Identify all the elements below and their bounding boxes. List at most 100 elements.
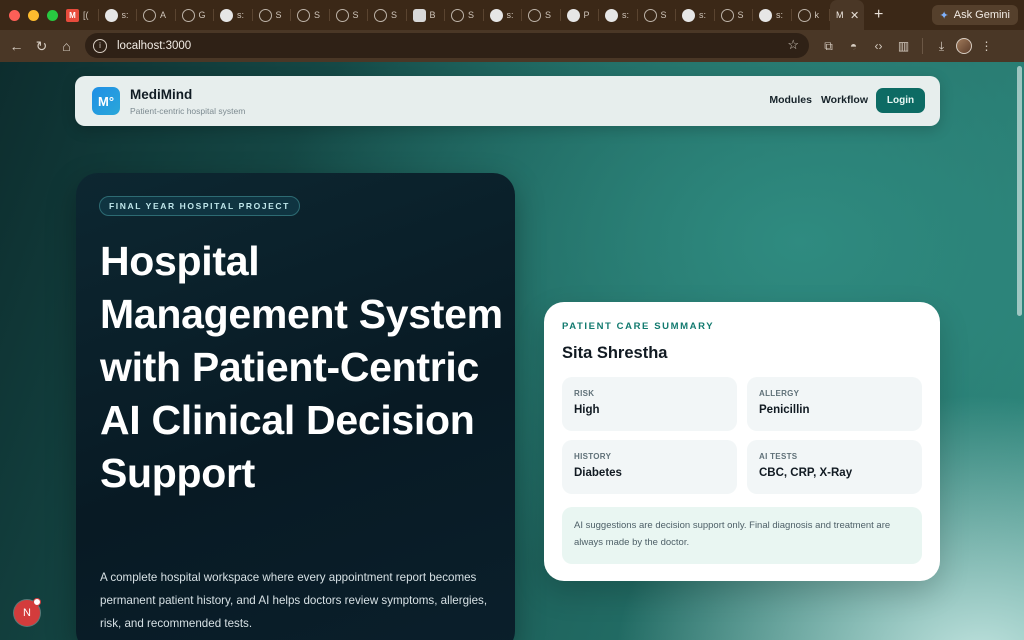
github-icon bbox=[220, 8, 233, 22]
globe-icon bbox=[143, 8, 156, 22]
nav-link-modules[interactable]: Modules bbox=[769, 94, 812, 106]
gmail-icon: M bbox=[66, 8, 79, 22]
tab-label: B bbox=[429, 10, 436, 20]
github-icon bbox=[682, 8, 695, 22]
extensions-icon[interactable]: ⧉ bbox=[818, 34, 839, 59]
devtools-code-icon[interactable]: ‹› bbox=[868, 34, 889, 59]
brand-name[interactable]: MediMind bbox=[130, 87, 192, 102]
back-icon[interactable]: ← bbox=[4, 34, 29, 59]
browser-tab[interactable]: S bbox=[638, 0, 677, 30]
tab-label: s: bbox=[622, 10, 630, 20]
tab-label: S bbox=[275, 10, 282, 20]
tile-value: High bbox=[574, 404, 600, 416]
gemini-icon: ✦ bbox=[939, 9, 949, 22]
maximize-window-button[interactable] bbox=[47, 9, 58, 21]
address-bar[interactable]: i localhost:3000 ☆ bbox=[85, 33, 809, 58]
tab-label: [( bbox=[83, 10, 89, 20]
reading-mode-icon[interactable]: ▥ bbox=[893, 34, 914, 59]
globe-icon bbox=[528, 8, 541, 22]
home-icon[interactable]: ⌂ bbox=[54, 34, 79, 59]
bookmark-star-icon[interactable]: ☆ bbox=[787, 37, 799, 53]
patient-name: Sita Shrestha bbox=[562, 344, 668, 362]
summary-tile-allergy: ALLERGY Penicillin bbox=[747, 377, 922, 431]
browser-tab[interactable]: k bbox=[792, 0, 831, 30]
window-controls bbox=[0, 9, 60, 21]
browser-tab[interactable]: P bbox=[561, 0, 600, 30]
browser-tab[interactable]: M [( bbox=[60, 0, 99, 30]
profile-avatar[interactable] bbox=[956, 38, 972, 54]
download-icon[interactable]: ⤓ bbox=[931, 34, 952, 59]
tab-active[interactable]: M ✕ bbox=[830, 0, 864, 30]
browser-tab[interactable]: s: bbox=[214, 0, 253, 30]
tile-label: AI TESTS bbox=[759, 452, 798, 461]
tile-value: Diabetes bbox=[574, 467, 622, 479]
summary-tile-history: HISTORY Diabetes bbox=[562, 440, 737, 494]
browser-tab[interactable]: S bbox=[715, 0, 754, 30]
menu-kebab-icon[interactable]: ⋮ bbox=[976, 34, 997, 59]
new-tab-button[interactable]: + bbox=[874, 6, 883, 24]
browser-tab[interactable]: A bbox=[137, 0, 176, 30]
browser-tab[interactable]: S bbox=[368, 0, 407, 30]
ask-gemini-button[interactable]: ✦ Ask Gemini bbox=[931, 5, 1018, 25]
address-url: localhost:3000 bbox=[117, 39, 192, 52]
globe-icon bbox=[720, 8, 734, 22]
tab-label: S bbox=[352, 10, 359, 20]
tab-label: s: bbox=[699, 10, 707, 20]
toolbar-divider bbox=[922, 38, 923, 54]
card-eyebrow: PATIENT CARE SUMMARY bbox=[562, 321, 715, 332]
browser-tab[interactable]: G bbox=[176, 0, 215, 30]
globe-icon bbox=[374, 8, 387, 22]
tab-label: M bbox=[836, 10, 844, 20]
github-icon bbox=[489, 8, 503, 22]
browser-tab[interactable]: s: bbox=[753, 0, 792, 30]
tab-label: G bbox=[198, 10, 206, 20]
globe-icon bbox=[181, 8, 195, 22]
browser-tab[interactable]: S bbox=[291, 0, 330, 30]
close-window-button[interactable] bbox=[9, 9, 20, 21]
dev-badge-indicator bbox=[33, 598, 41, 606]
github-icon bbox=[104, 8, 118, 22]
globe-icon bbox=[297, 8, 310, 22]
github-icon bbox=[759, 8, 772, 22]
browser-tab[interactable]: S bbox=[330, 0, 369, 30]
nav-link-workflow[interactable]: Workflow bbox=[821, 94, 868, 106]
globe-icon bbox=[258, 8, 272, 22]
nav-links: Modules Workflow bbox=[769, 94, 868, 106]
brand-subtitle: Patient-centric hospital system bbox=[130, 106, 246, 116]
tab-label: s: bbox=[776, 10, 784, 20]
page-viewport: M° MediMind Patient-centric hospital sys… bbox=[0, 62, 1024, 640]
minimize-window-button[interactable] bbox=[28, 9, 39, 21]
close-tab-icon[interactable]: ✕ bbox=[850, 9, 859, 22]
browser-tab-bar: M [(s: A Gs: S S S S B Ss: S Ps: Ss: Ss: k M ✕ + ✦ Ask… bbox=[0, 0, 1024, 30]
tab-label: S bbox=[391, 10, 398, 20]
toolbar-actions: ⧉ ◓ ‹› ▥ ⤓ ⋮ bbox=[818, 30, 997, 62]
tab-label: S bbox=[737, 10, 744, 20]
tab-label: S bbox=[468, 10, 475, 20]
tab-label: k bbox=[814, 10, 820, 20]
tile-value: CBC, CRP, X-Ray bbox=[759, 467, 853, 479]
browser-tab[interactable]: B bbox=[407, 0, 446, 30]
browser-tab[interactable]: S bbox=[253, 0, 292, 30]
hero-title: Hospital Management System with Patient-… bbox=[100, 238, 503, 496]
browser-tab[interactable]: s: bbox=[484, 0, 523, 30]
browser-tab[interactable]: S bbox=[445, 0, 484, 30]
site-navbar: M° MediMind Patient-centric hospital sys… bbox=[75, 76, 940, 126]
tile-label: ALLERGY bbox=[759, 389, 800, 398]
browser-tab[interactable]: s: bbox=[99, 0, 138, 30]
page-scrollbar[interactable] bbox=[1017, 66, 1022, 316]
incognito-icon[interactable]: ◓ bbox=[843, 34, 864, 59]
medimind-logo[interactable]: M° bbox=[92, 87, 120, 115]
github-icon bbox=[566, 8, 580, 22]
reload-icon[interactable]: ↻ bbox=[29, 34, 54, 59]
globe-icon bbox=[335, 8, 349, 22]
summary-tile-risk: RISK High bbox=[562, 377, 737, 431]
browser-tab[interactable]: s: bbox=[599, 0, 638, 30]
browser-tab[interactable]: s: bbox=[676, 0, 715, 30]
globe-icon bbox=[797, 8, 811, 22]
hero-tag-badge: FINAL YEAR HOSPITAL PROJECT bbox=[99, 196, 300, 216]
login-button[interactable]: Login bbox=[876, 88, 925, 113]
browser-tab[interactable]: S bbox=[522, 0, 561, 30]
tile-label: HISTORY bbox=[574, 452, 612, 461]
site-info-icon[interactable]: i bbox=[93, 38, 107, 53]
browser-toolbar: ← ↻ ⌂ i localhost:3000 ☆ ⧉ ◓ ‹› ▥ ⤓ ⋮ bbox=[0, 30, 1024, 62]
